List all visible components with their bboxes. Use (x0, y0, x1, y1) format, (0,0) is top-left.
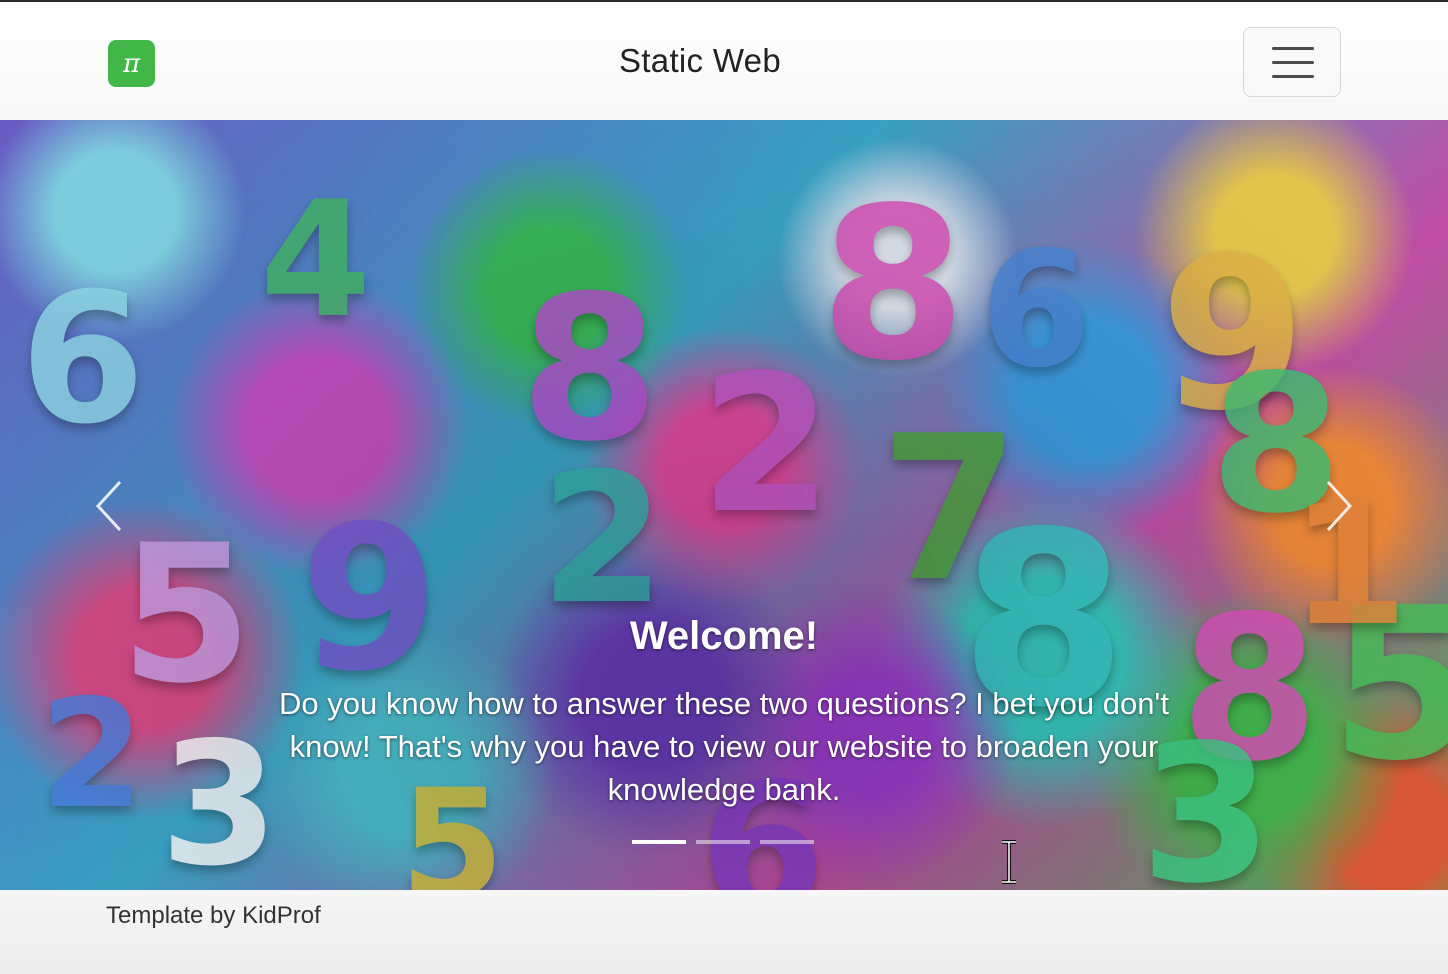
text-cursor-icon (1002, 840, 1016, 884)
carousel-indicator-3[interactable] (760, 840, 814, 844)
hero-carousel: 8 8 9 8 8 7 6 2 2 9 5 3 6 4 6 8 5 1 3 5 … (0, 120, 1448, 890)
chevron-right-icon (1326, 480, 1353, 532)
caption-title: Welcome! (629, 614, 819, 658)
footer-credit: Template by KidProf (106, 902, 321, 929)
chevron-left-icon (95, 480, 122, 532)
carousel-caption: Welcome! Do you know how to answer these… (240, 612, 1208, 811)
caption-text: Do you know how to answer these two ques… (279, 686, 1169, 807)
carousel-indicators (632, 840, 814, 844)
menu-toggle-button[interactable] (1243, 27, 1341, 97)
navbar: π Static Web (0, 0, 1448, 120)
brand-title[interactable]: Static Web (0, 42, 1400, 80)
footer: Template by KidProf (0, 890, 1448, 974)
carousel-next-button[interactable] (1318, 478, 1358, 534)
page: π Static Web 8 8 9 8 8 7 6 2 2 9 5 3 6 4 (0, 0, 1448, 974)
carousel-indicator-1[interactable] (632, 840, 686, 844)
carousel-indicator-2[interactable] (696, 840, 750, 844)
carousel-prev-button[interactable] (90, 478, 130, 534)
